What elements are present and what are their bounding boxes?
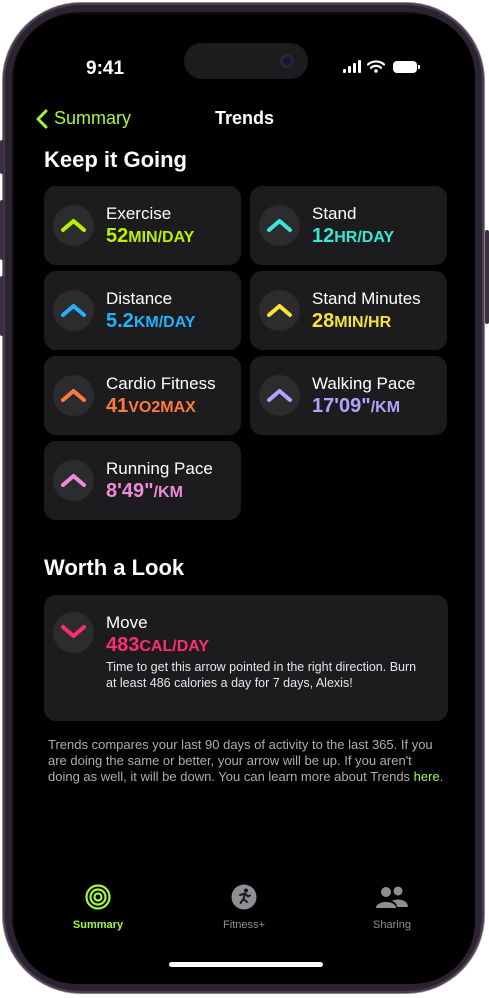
trend-card-stand[interactable]: Stand 12HR/DAY	[250, 186, 447, 265]
trend-label: Cardio Fitness	[106, 374, 216, 393]
trend-card-move[interactable]: Move 483CAL/DAY Time to get this arrow p…	[44, 595, 448, 721]
trend-label: Stand Minutes	[312, 289, 421, 308]
status-icons	[343, 60, 420, 73]
learn-more-link[interactable]: here	[414, 769, 440, 784]
arrow-up-icon	[267, 304, 292, 317]
trend-label: Stand	[312, 204, 357, 223]
trend-label: Distance	[106, 289, 173, 308]
trend-value: 5.2KM/DAY	[106, 310, 196, 332]
trend-card-running-pace[interactable]: Running Pace 8'49"/KM	[44, 441, 241, 520]
arrow-circle	[53, 205, 94, 246]
battery-icon	[393, 60, 420, 73]
camera-icon	[280, 54, 294, 68]
arrow-up-icon	[61, 474, 86, 487]
tab-bar: Summary Fitness+ Sharing	[14, 884, 475, 944]
activity-rings-icon	[85, 884, 111, 910]
arrow-up-icon	[61, 219, 86, 232]
arrow-up-icon	[61, 389, 86, 402]
arrow-circle	[259, 205, 300, 246]
trend-value: 28MIN/HR	[312, 310, 392, 332]
trend-label: Running Pace	[106, 459, 213, 478]
arrow-up-icon	[267, 219, 292, 232]
volume-down-button	[0, 276, 4, 336]
trend-card-stand-minutes[interactable]: Stand Minutes 28MIN/HR	[250, 271, 447, 350]
page-title: Trends	[214, 108, 275, 128]
trend-value: 17'09"/KM	[312, 395, 401, 417]
trend-card-cardio-fitness[interactable]: Cardio Fitness 41VO2MAX	[44, 356, 241, 435]
section-title-worth-look: Worth a Look	[44, 555, 185, 580]
arrow-up-icon	[267, 389, 292, 402]
arrow-circle	[53, 290, 94, 331]
trend-card-walking-pace[interactable]: Walking Pace 17'09"/KM	[250, 356, 447, 435]
dynamic-island	[184, 43, 308, 79]
trend-description: Time to get this arrow pointed in the ri…	[106, 660, 417, 690]
screen: 9:41 Summary Trends Keep it Going Exerci…	[14, 14, 475, 984]
tab-label: Summary	[72, 919, 124, 931]
section-title-keep-going: Keep it Going	[44, 147, 187, 172]
trend-label: Exercise	[106, 204, 172, 223]
home-indicator[interactable]	[169, 962, 323, 967]
trend-card-exercise[interactable]: Exercise 52MIN/DAY	[44, 186, 241, 265]
volume-up-button	[0, 200, 4, 260]
arrow-down-icon	[61, 625, 86, 638]
trend-value: 8'49"/KM	[106, 480, 183, 502]
arrow-circle	[53, 375, 94, 416]
trend-value: 52MIN/DAY	[106, 225, 195, 247]
status-time: 9:41	[86, 58, 125, 79]
tab-label: Fitness+	[223, 919, 265, 931]
people-icon	[376, 886, 408, 908]
arrow-up-icon	[61, 304, 86, 317]
action-button	[0, 140, 4, 174]
arrow-circle	[53, 612, 94, 653]
runner-icon	[231, 884, 257, 910]
trend-value: 483CAL/DAY	[106, 634, 210, 656]
tab-sharing[interactable]: Sharing	[342, 884, 442, 931]
trend-card-distance[interactable]: Distance 5.2KM/DAY	[44, 271, 241, 350]
tab-label: Sharing	[373, 919, 411, 931]
arrow-circle	[53, 460, 94, 501]
side-button	[485, 230, 489, 324]
arrow-circle	[259, 290, 300, 331]
wifi-icon	[367, 60, 385, 73]
trend-value: 12HR/DAY	[312, 225, 395, 247]
arrow-circle	[259, 375, 300, 416]
trend-value: 41VO2MAX	[106, 395, 196, 417]
tab-summary[interactable]: Summary	[48, 884, 148, 931]
cellular-signal-icon	[343, 60, 361, 73]
footnote: Trends compares your last 90 days of act…	[48, 737, 444, 784]
tab-fitness-plus[interactable]: Fitness+	[194, 884, 294, 931]
trend-label: Move	[106, 613, 148, 632]
trend-label: Walking Pace	[312, 374, 416, 393]
